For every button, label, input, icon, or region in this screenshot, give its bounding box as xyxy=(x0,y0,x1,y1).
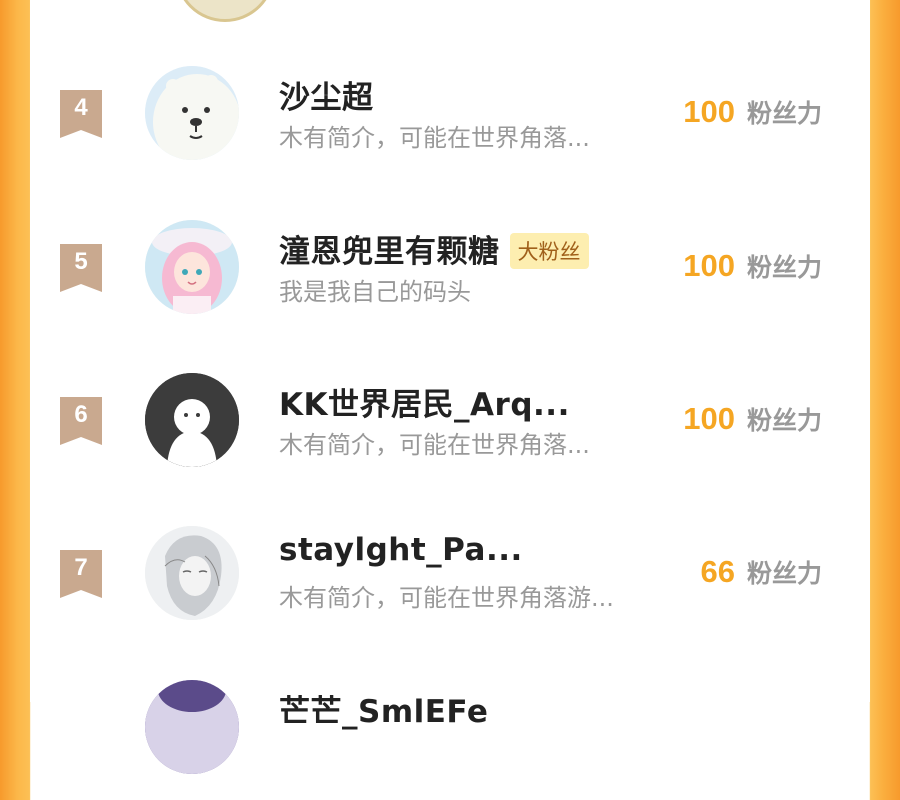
big-fan-badge: 大粉丝 xyxy=(509,232,589,269)
user-name-text: 潼恩兜里有颗糖 xyxy=(279,234,500,270)
ranking-row[interactable]: 5 潼恩兜里有颗糖 大粉丝 我是我自己的码头 100 粉丝力 xyxy=(30,220,870,340)
rank-number: 5 xyxy=(74,248,88,275)
user-bio: 木有简介，可能在世界角落... xyxy=(279,431,590,459)
ranking-row[interactable]: 芒芒_SmlEFe xyxy=(30,680,870,800)
user-name[interactable]: staylght_Pa... xyxy=(279,532,523,568)
ranking-row[interactable]: 7 staylght_Pa... 木有简介，可能在世界角落游... 66 粉丝力 xyxy=(30,526,870,646)
rank-badge: 7 xyxy=(60,550,102,598)
fan-power-unit: 粉丝力 xyxy=(746,99,822,128)
purple-avatar-icon[interactable] xyxy=(145,680,239,774)
fan-ranking-card: 4 沙尘超 木有简介，可能在世界角落... 100 粉丝力 5 潼恩兜里有颗糖 … xyxy=(30,0,870,774)
fan-power-unit: 粉丝力 xyxy=(746,406,822,435)
rank-number: 4 xyxy=(74,94,88,121)
anime-girl-avatar-icon[interactable] xyxy=(145,220,239,314)
fan-power: 100 粉丝力 xyxy=(683,248,822,284)
ranking-row[interactable]: 4 沙尘超 木有简介，可能在世界角落... 100 粉丝力 xyxy=(30,66,870,186)
ranking-row[interactable]: 6 KK世界居民_Arq... 木有简介，可能在世界角落... 100 粉丝力 xyxy=(30,373,870,493)
user-bio: 我是我自己的码头 xyxy=(279,278,471,306)
user-name[interactable]: KK世界居民_Arq... xyxy=(279,379,570,424)
rank-badge: 4 xyxy=(60,90,102,138)
user-name-text: KK世界居民_Arq... xyxy=(279,387,570,423)
user-name[interactable]: 沙尘超 xyxy=(279,72,374,117)
sketch-portrait-avatar-icon[interactable] xyxy=(145,526,239,620)
user-name-text: staylght_Pa... xyxy=(279,532,523,568)
user-bio: 木有简介，可能在世界角落... xyxy=(279,124,590,152)
fan-power-unit: 粉丝力 xyxy=(746,253,822,282)
polar-bear-avatar-icon[interactable] xyxy=(145,66,239,160)
fan-power-value: 100 xyxy=(683,94,735,129)
rank-badge: 5 xyxy=(60,244,102,292)
fan-power: 66 粉丝力 xyxy=(701,554,823,590)
fan-power: 100 粉丝力 xyxy=(683,401,822,437)
fan-power-unit: 粉丝力 xyxy=(746,559,822,588)
fan-power: 100 粉丝力 xyxy=(683,94,822,130)
default-user-avatar-icon[interactable] xyxy=(145,373,239,467)
fan-power-value: 66 xyxy=(700,554,735,589)
fan-power-value: 100 xyxy=(683,401,735,436)
user-name-text: 沙尘超 xyxy=(279,80,374,116)
user-name[interactable]: 潼恩兜里有颗糖 大粉丝 xyxy=(279,226,589,272)
rank-number: 6 xyxy=(74,401,88,428)
rank-number: 7 xyxy=(74,554,88,581)
fan-power-value: 100 xyxy=(683,248,735,283)
user-name[interactable]: 芒芒_SmlEFe xyxy=(279,686,488,731)
user-bio: 木有简介，可能在世界角落游... xyxy=(279,584,614,612)
user-name-text: 芒芒_SmlEFe xyxy=(279,694,489,730)
rank-badge: 6 xyxy=(60,397,102,445)
previous-user-avatar[interactable] xyxy=(175,0,275,22)
